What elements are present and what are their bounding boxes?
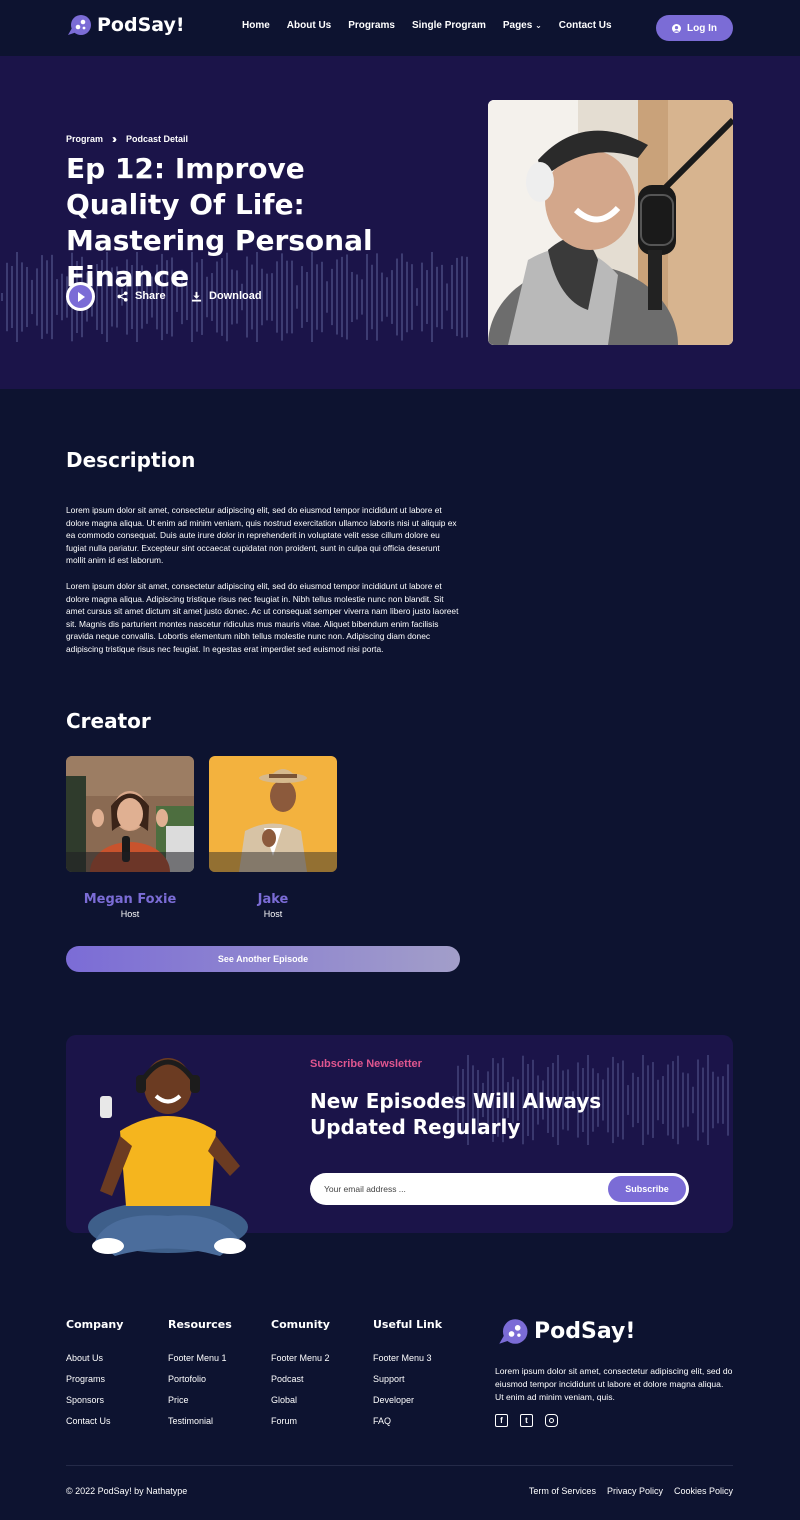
footer-link[interactable]: Contact Us <box>66 1416 123 1426</box>
footer-column-company: Company About Us Programs Sponsors Conta… <box>66 1318 123 1437</box>
chevron-down-icon: ⌄ <box>535 21 542 30</box>
footer-link[interactable]: Portofolio <box>168 1374 232 1384</box>
nav-links: Home About Us Programs Single Program Pa… <box>242 20 612 31</box>
terms-of-service-link[interactable]: Term of Services <box>529 1486 596 1496</box>
description-paragraph-1: Lorem ipsum dolor sit amet, consectetur … <box>66 505 457 565</box>
legal-links: Term of Services Privacy Policy Cookies … <box>529 1486 733 1496</box>
breadcrumb-podcast-detail: Podcast Detail <box>126 134 189 144</box>
creator-name: Jake <box>257 892 289 907</box>
chat-bubble-logo-icon <box>499 1319 528 1344</box>
nav-contact-us[interactable]: Contact Us <box>559 20 612 31</box>
footer-link[interactable]: Footer Menu 2 <box>271 1353 330 1363</box>
creator-role: Host <box>120 909 140 919</box>
double-chevron-right-icon: ›› <box>112 132 117 146</box>
creator-card[interactable]: Megan Foxie Host <box>66 756 194 919</box>
nav-programs[interactable]: Programs <box>348 20 395 31</box>
see-another-episode-button[interactable]: See Another Episode <box>66 946 460 972</box>
privacy-policy-link[interactable]: Privacy Policy <box>607 1486 663 1496</box>
newsletter-person-illustration <box>88 1058 248 1256</box>
share-label: Share <box>135 290 166 302</box>
social-links: f t <box>495 1414 558 1427</box>
email-input[interactable] <box>324 1181 594 1197</box>
footer-brand-logo[interactable]: PodSay! <box>498 1318 635 1345</box>
newsletter-section: Subscribe Newsletter New Episodes Will A… <box>66 1035 733 1256</box>
download-label: Download <box>209 290 262 302</box>
podcast-host-photo <box>488 100 733 345</box>
instagram-icon[interactable] <box>545 1414 558 1427</box>
footer-link[interactable]: Footer Menu 1 <box>168 1353 232 1363</box>
footer-column-resources: Resources Footer Menu 1 Portofolio Price… <box>168 1318 232 1437</box>
footer-link[interactable]: Programs <box>66 1374 123 1384</box>
breadcrumb: Program ›› Podcast Detail <box>66 132 188 146</box>
nav-pages[interactable]: Pages ⌄ <box>503 20 542 31</box>
login-label: Log In <box>687 22 717 34</box>
footer-column-community: Comunity Footer Menu 2 Podcast Global Fo… <box>271 1318 330 1437</box>
newsletter-form: Subscribe <box>310 1173 689 1205</box>
copyright-text: © 2022 PodSay! by Nathatype <box>66 1486 188 1496</box>
creator-photo <box>66 756 194 872</box>
share-icon <box>117 290 128 302</box>
download-icon <box>191 291 202 302</box>
brand-name: PodSay! <box>534 1319 636 1344</box>
footer-column-heading: Resources <box>168 1318 232 1331</box>
creator-heading: Creator <box>66 709 151 733</box>
nav-pages-label: Pages <box>502 20 533 31</box>
creator-card[interactable]: Jake Host <box>209 756 337 919</box>
footer-divider <box>66 1465 733 1466</box>
footer-link[interactable]: Developer <box>373 1395 442 1405</box>
footer-link[interactable]: Testimonial <box>168 1416 232 1426</box>
footer-link[interactable]: Podcast <box>271 1374 330 1384</box>
footer-link[interactable]: About Us <box>66 1353 123 1363</box>
footer-link[interactable]: Sponsors <box>66 1395 123 1405</box>
episode-title: Ep 12: Improve Quality Of Life: Masterin… <box>66 152 373 293</box>
footer-description: Lorem ipsum dolor sit amet, consectetur … <box>495 1366 733 1402</box>
description-heading: Description <box>66 448 196 472</box>
footer-link[interactable]: FAQ <box>373 1416 442 1426</box>
footer-column-heading: Comunity <box>271 1318 330 1331</box>
footer-link[interactable]: Footer Menu 3 <box>373 1353 442 1363</box>
creator-role: Host <box>263 909 283 919</box>
newsletter-kicker: Subscribe Newsletter <box>310 1058 422 1070</box>
footer-column-heading: Company <box>66 1318 124 1331</box>
breadcrumb-program[interactable]: Program <box>66 134 103 144</box>
description-paragraph-2: Lorem ipsum dolor sit amet, consectetur … <box>66 581 459 654</box>
footer-link[interactable]: Price <box>168 1395 232 1405</box>
creator-photo <box>209 756 337 872</box>
share-button[interactable]: Share <box>117 290 166 302</box>
subscribe-button[interactable]: Subscribe <box>608 1176 686 1202</box>
cookies-policy-link[interactable]: Cookies Policy <box>674 1486 733 1496</box>
footer-link[interactable]: Global <box>271 1395 330 1405</box>
play-icon <box>78 291 85 302</box>
brand-logo[interactable]: PodSay! <box>67 14 185 36</box>
login-button[interactable]: Log In <box>656 15 733 41</box>
footer-column-heading: Useful Link <box>373 1318 443 1331</box>
hero-section: Program ›› Podcast Detail Ep 12: Improve… <box>0 56 800 389</box>
footer-link[interactable]: Support <box>373 1374 442 1384</box>
chat-bubble-logo-icon <box>68 15 91 35</box>
play-button[interactable] <box>66 282 95 311</box>
nav-about-us[interactable]: About Us <box>287 20 331 31</box>
nav-single-program[interactable]: Single Program <box>412 20 486 31</box>
twitter-icon[interactable]: t <box>520 1414 533 1427</box>
footer-column-useful-link: Useful Link Footer Menu 3 Support Develo… <box>373 1318 442 1437</box>
top-navbar: PodSay! Home About Us Programs Single Pr… <box>0 0 800 56</box>
nav-home[interactable]: Home <box>242 20 270 31</box>
user-icon <box>672 23 681 33</box>
footer-link[interactable]: Forum <box>271 1416 330 1426</box>
facebook-icon[interactable]: f <box>495 1414 508 1427</box>
creator-name: Megan Foxie <box>83 892 177 907</box>
download-button[interactable]: Download <box>191 290 262 302</box>
newsletter-title: New Episodes Will Always Updated Regular… <box>310 1089 602 1139</box>
brand-name: PodSay! <box>97 14 185 36</box>
